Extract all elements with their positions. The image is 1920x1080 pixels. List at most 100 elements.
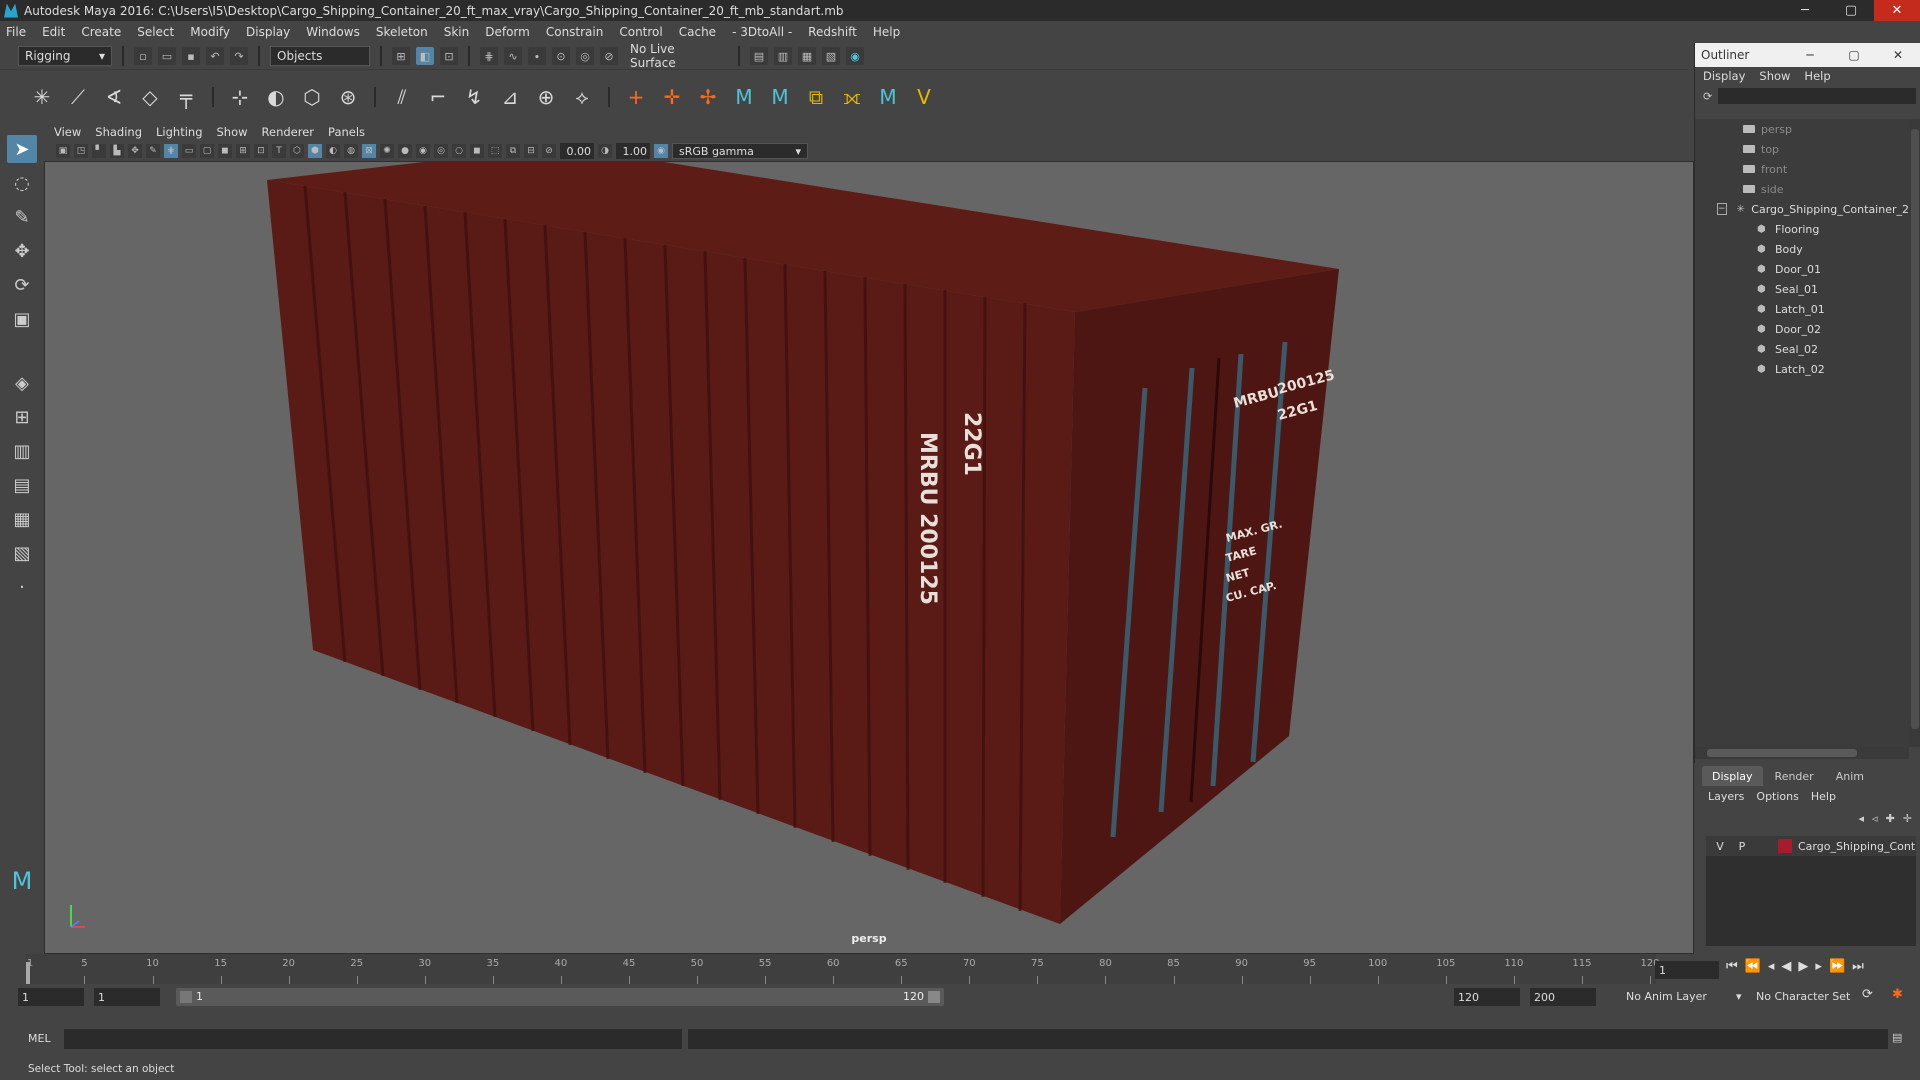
menu-set-dropdown[interactable]: Rigging ▾ (18, 46, 112, 66)
locator-icon[interactable]: + (622, 83, 650, 111)
outliner-item-top[interactable]: top (1695, 139, 1909, 159)
tab-render[interactable]: Render (1765, 766, 1824, 786)
outliner-search-input[interactable] (1718, 88, 1916, 104)
refresh-icon[interactable]: ⟳ (1703, 90, 1712, 103)
outliner-vertical-scrollbar[interactable] (1909, 119, 1920, 747)
maximize-button[interactable]: ▢ (1828, 0, 1874, 21)
ik-spline-icon[interactable]: ∢ (100, 83, 128, 111)
layer-row[interactable]: V P Cargo_Shipping_Cont (1706, 836, 1916, 856)
panel-menu-lighting[interactable]: Lighting (156, 125, 202, 139)
outliner-item-seal-02[interactable]: ⬢ Seal_02 (1695, 339, 1909, 359)
layer-menu-help[interactable]: Help (1811, 790, 1836, 803)
scrollbar-thumb[interactable] (1911, 129, 1919, 729)
xray-joints-icon[interactable]: ⧉ (506, 144, 520, 158)
interactive-bind-icon[interactable]: ⊿ (496, 83, 524, 111)
snap-point-icon[interactable]: ∙ (528, 47, 546, 65)
point-constraint-icon[interactable]: ✛ (658, 83, 686, 111)
render-view-icon[interactable]: ▤ (750, 47, 768, 65)
auto-key-icon[interactable]: ⟳ (1862, 987, 1873, 1002)
safe-title-icon[interactable]: T (272, 144, 286, 158)
playback-toggle[interactable]: P (1734, 840, 1750, 853)
layer-menu-options[interactable]: Options (1756, 790, 1798, 803)
collapse-icon[interactable]: − (1717, 203, 1727, 215)
gamma-field[interactable]: 1.00 (616, 143, 650, 159)
menu-skeleton[interactable]: Skeleton (376, 25, 428, 39)
snap-surface-icon[interactable]: ◎ (576, 47, 594, 65)
menu-3dtoall[interactable]: - 3DtoAll - (732, 25, 792, 39)
current-frame-field[interactable]: 1 (1655, 961, 1719, 979)
antialiasing-icon[interactable]: ○ (452, 144, 466, 158)
use-all-lights-icon[interactable]: ✺ (380, 144, 394, 158)
anim-layer-dropdown[interactable]: No Anim Layer (1626, 990, 1707, 1003)
tab-anim[interactable]: Anim (1826, 766, 1874, 786)
parent-constraint-icon[interactable]: ⟗ (838, 83, 866, 111)
outliner-item-body[interactable]: ⬢ Body (1695, 239, 1909, 259)
ipr-render-icon[interactable]: ▦ (798, 47, 816, 65)
menu-edit[interactable]: Edit (42, 25, 65, 39)
panel-menu-panels[interactable]: Panels (328, 125, 365, 139)
menu-cache[interactable]: Cache (679, 25, 716, 39)
rigid-bind-icon[interactable]: ⊕ (532, 83, 560, 111)
menu-help[interactable]: Help (873, 25, 900, 39)
quick-rig-icon[interactable]: V (910, 83, 938, 111)
play-forward-icon[interactable]: ▶ (1798, 959, 1808, 974)
step-forward-key-icon[interactable]: ⏩ (1829, 959, 1845, 974)
range-slider[interactable]: 1 120 (176, 988, 944, 1006)
selection-mask-dropdown[interactable]: Objects (270, 46, 370, 66)
wireframe-on-shaded-icon[interactable]: ◐ (326, 144, 340, 158)
exposure-field[interactable]: 0.00 (560, 143, 594, 159)
grease-pencil-icon[interactable]: ✎ (146, 144, 160, 158)
outliner-horizontal-scrollbar[interactable] (1695, 747, 1909, 759)
aim-constraint-icon[interactable]: ✢ (694, 83, 722, 111)
menu-modify[interactable]: Modify (190, 25, 230, 39)
new-layer-icon[interactable]: ✚ (1886, 812, 1895, 825)
play-backward-icon[interactable]: ◀ (1781, 959, 1791, 974)
select-by-object-icon[interactable]: ◧ (416, 47, 434, 65)
lattice-icon[interactable]: ⬡ (298, 83, 326, 111)
persp-hypershade-layout-icon[interactable]: ▦ (7, 505, 37, 533)
outliner-item-door-01[interactable]: ⬢ Door_01 (1695, 259, 1909, 279)
chevron-down-icon[interactable]: ▾ (1736, 990, 1742, 1003)
persp-uv-layout-icon[interactable]: ▧ (7, 539, 37, 567)
step-forward-frame-icon[interactable]: ▸ (1815, 959, 1822, 974)
undo-icon[interactable]: ↶ (206, 47, 224, 65)
command-language-label[interactable]: MEL (28, 1032, 51, 1045)
outliner-item-persp[interactable]: persp (1695, 119, 1909, 139)
joint-tool-icon[interactable]: ✳ (28, 83, 56, 111)
command-input[interactable] (64, 1029, 682, 1049)
isolate-select-icon[interactable]: ⬚ (488, 144, 502, 158)
scale-tool-icon[interactable]: ▣ (7, 305, 37, 333)
step-back-key-icon[interactable]: ⏪ (1745, 959, 1761, 974)
outliner-item-front[interactable]: front (1695, 159, 1909, 179)
minimize-button[interactable]: ─ (1782, 0, 1828, 21)
bookmark-icon[interactable]: ▘ (92, 144, 106, 158)
smooth-shade-icon[interactable]: ⬢ (308, 144, 322, 158)
outliner-maximize-button[interactable]: ▢ (1832, 48, 1876, 62)
persp-graph-layout-icon[interactable]: ▤ (7, 471, 37, 499)
select-by-hierarchy-icon[interactable]: ⊞ (392, 47, 410, 65)
move-layer-down-icon[interactable]: ◃ (1872, 812, 1878, 825)
shadows-icon[interactable]: ● (398, 144, 412, 158)
outliner-menu-display[interactable]: Display (1703, 69, 1745, 83)
panel-menu-view[interactable]: View (54, 125, 81, 139)
current-time-marker[interactable] (26, 962, 30, 984)
textured-icon[interactable]: ⊠ (362, 144, 376, 158)
select-by-component-icon[interactable]: ⊡ (440, 47, 458, 65)
persp-outliner-layout-icon[interactable]: ▥ (7, 437, 37, 465)
camera-attributes-icon[interactable]: ▣ (56, 144, 70, 158)
menu-windows[interactable]: Windows (306, 25, 360, 39)
outliner-close-button[interactable]: ✕ (1876, 48, 1920, 62)
wireframe-icon[interactable]: ⬡ (290, 144, 304, 158)
menu-file[interactable]: File (6, 25, 26, 39)
menu-display[interactable]: Display (246, 25, 290, 39)
single-perspective-layout-icon[interactable]: ◈ (7, 369, 37, 397)
motion-blur-icon[interactable]: ◎ (434, 144, 448, 158)
outliner-item-door-02[interactable]: ⬢ Door_02 (1695, 319, 1909, 339)
layer-menu-layers[interactable]: Layers (1708, 790, 1744, 803)
insert-joint-icon[interactable]: ◇ (136, 83, 164, 111)
depth-of-field-icon[interactable]: ◼ (470, 144, 484, 158)
hypershade-icon[interactable]: ◉ (846, 47, 864, 65)
snap-grid-icon[interactable]: ⋕ (480, 47, 498, 65)
script-editor-icon[interactable]: ▤ (1892, 1031, 1902, 1044)
wrap-icon[interactable]: ⊛ (334, 83, 362, 111)
